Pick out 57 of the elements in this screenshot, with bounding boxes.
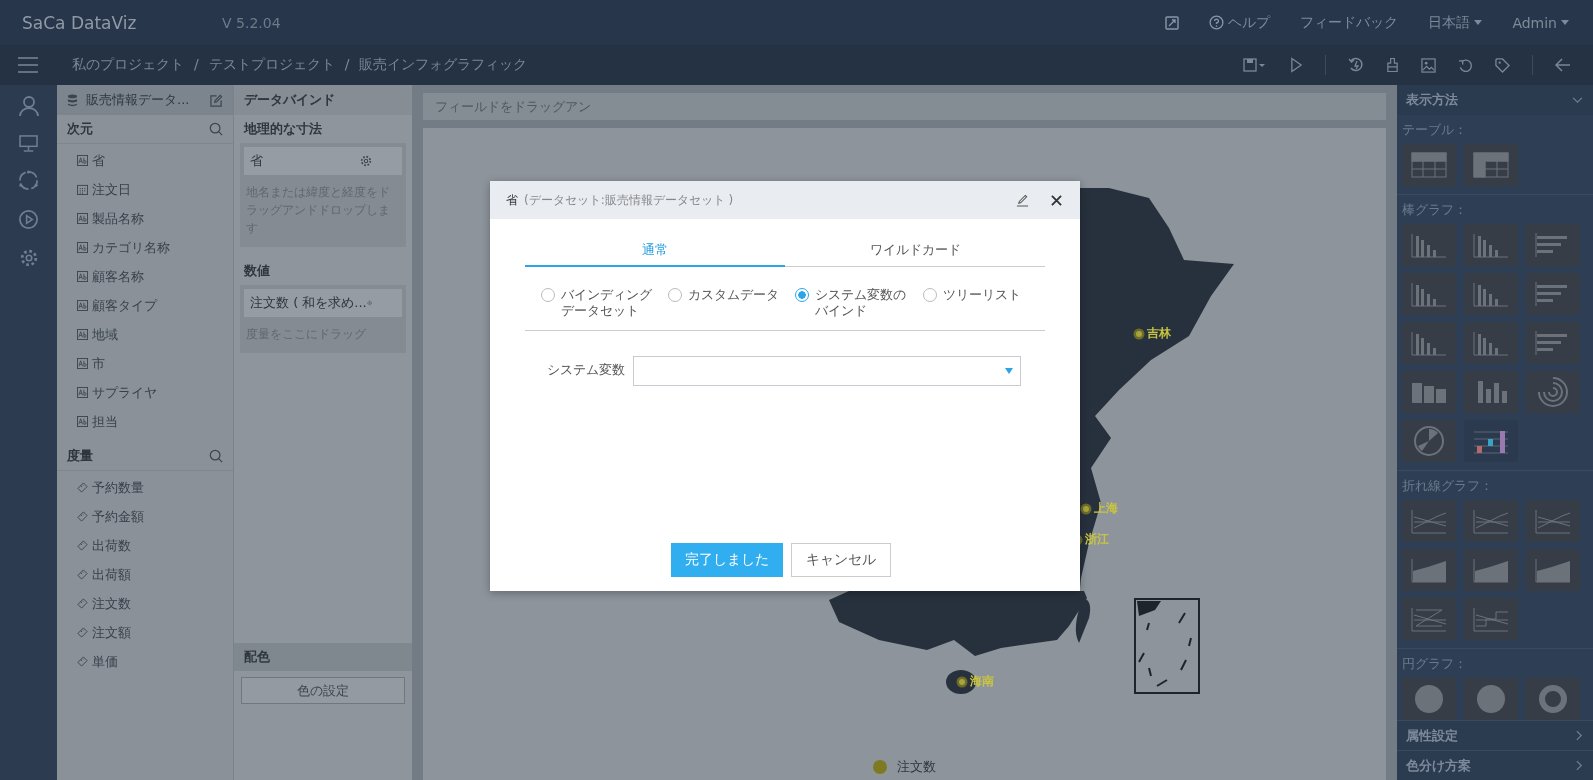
dimension-field[interactable]: 製品名称 bbox=[92, 209, 144, 228]
measure-field[interactable]: 出荷額 bbox=[92, 565, 131, 584]
section-title: 次元 bbox=[67, 120, 93, 138]
dimension-field[interactable]: 担当 bbox=[92, 412, 118, 431]
measure-field[interactable]: 出荷数 bbox=[92, 536, 131, 555]
dimension-field[interactable]: サプライヤ bbox=[92, 383, 157, 402]
radio-label[interactable]: カスタムデータ bbox=[688, 287, 780, 304]
dialog-title: (データセット:販売情報データセット ) bbox=[524, 191, 734, 209]
section-title: 度量 bbox=[67, 447, 93, 465]
breadcrumb-item[interactable]: 販売インフォグラフィック bbox=[359, 56, 528, 74]
version-label: V 5.2.04 bbox=[222, 14, 281, 31]
panel-title: データバインド bbox=[244, 91, 335, 109]
panel-title: 表示方法 bbox=[1406, 91, 1458, 109]
bound-field[interactable]: 省 bbox=[244, 147, 402, 175]
menu-dropdown[interactable]: 日本語 bbox=[1428, 13, 1483, 32]
help-link[interactable]: ヘルプ bbox=[1209, 13, 1271, 32]
breadcrumb-item[interactable]: 私のプロジェクト bbox=[72, 56, 184, 74]
measure-field[interactable]: 注文数 bbox=[92, 594, 131, 613]
cancel-button[interactable]: キャンセル bbox=[791, 543, 891, 577]
map-label: 吉林 bbox=[1147, 325, 1171, 342]
dataset-title: 販売情報データ... bbox=[86, 91, 190, 109]
radio-label[interactable]: ツリーリスト bbox=[942, 287, 1021, 304]
panel-section-header[interactable]: 色分け方案 bbox=[1397, 750, 1593, 780]
breadcrumb-item[interactable]: テストプロジェクト bbox=[208, 56, 335, 74]
panel-section-header[interactable]: 属性設定 bbox=[1397, 720, 1593, 750]
measure-field[interactable]: 予約数量 bbox=[92, 478, 144, 497]
done-button[interactable]: 完了しました bbox=[671, 543, 783, 577]
dimension-field[interactable]: 省 bbox=[92, 151, 105, 170]
section-title: 地理的な寸法 bbox=[244, 120, 322, 138]
dimension-field[interactable]: カテゴリ名称 bbox=[92, 238, 170, 257]
dimension-field[interactable]: 注文日 bbox=[92, 180, 131, 199]
dialog-tab[interactable]: ワイルドカード bbox=[785, 241, 1045, 266]
dialog-field-name: 省 bbox=[506, 191, 518, 209]
chart-category-title: 円グラフ： bbox=[1402, 655, 1468, 673]
measure-field[interactable]: 注文額 bbox=[92, 623, 131, 642]
feedback-link[interactable]: フィードバック bbox=[1300, 13, 1399, 32]
breadcrumb-separator: / bbox=[194, 56, 199, 74]
section-title: 数値 bbox=[244, 262, 270, 280]
chart-category-title: 棒グラフ： bbox=[1402, 201, 1468, 219]
radio-label[interactable]: システム変数のバインド bbox=[815, 287, 907, 320]
menu-dropdown[interactable]: Admin bbox=[1512, 14, 1569, 31]
measure-field[interactable]: 単価 bbox=[92, 652, 118, 671]
dimension-field[interactable]: 地域 bbox=[92, 325, 118, 344]
dimension-field[interactable]: 顧客名称 bbox=[92, 267, 144, 286]
radio-label[interactable]: バインディングデータセット bbox=[561, 287, 653, 320]
section-title: 配色 bbox=[244, 648, 270, 666]
field-label: システム変数 bbox=[547, 362, 625, 379]
breadcrumb-separator: / bbox=[344, 56, 350, 74]
dimension-field[interactable]: 市 bbox=[92, 354, 105, 373]
dimension-field[interactable]: 顧客タイプ bbox=[92, 296, 157, 315]
chart-category-title: 折れ線グラフ： bbox=[1402, 477, 1494, 495]
app-logo: SaCa DataViz bbox=[22, 12, 138, 33]
bound-field[interactable]: 注文数 ( 和を求め... bbox=[244, 289, 402, 317]
color-settings-button[interactable]: 色の設定 bbox=[241, 677, 405, 704]
dialog-tab[interactable]: 通常 bbox=[525, 241, 785, 267]
measure-field[interactable]: 予約金額 bbox=[92, 507, 144, 526]
legend-label: 注文数 bbox=[897, 758, 936, 776]
